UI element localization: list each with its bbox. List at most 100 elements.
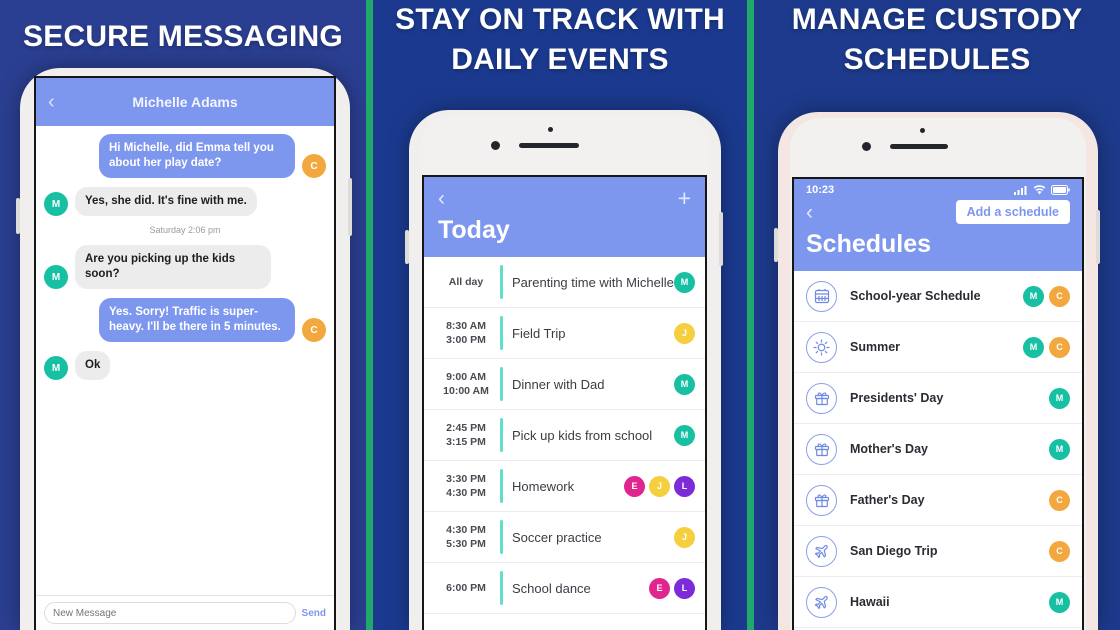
volume-button[interactable] <box>405 230 409 264</box>
calendar-grid-icon <box>806 280 837 312</box>
message-bubble[interactable]: Yes, she did. It's fine with me. <box>75 187 257 216</box>
event-color-bar <box>500 571 503 605</box>
gift-icon <box>806 433 837 465</box>
panel-headline-messaging: SECURE MESSAGING <box>23 20 343 53</box>
panel-custody-schedules: MANAGE CUSTODY SCHEDULES 10:23 ‹ Add a s… <box>754 0 1120 630</box>
schedule-members: M <box>1049 387 1070 409</box>
event-attendees: M <box>674 373 695 395</box>
event-title: Homework <box>512 478 575 494</box>
calendar-screen: ‹ + Today All day Parenting time with Mi… <box>422 175 707 630</box>
front-camera <box>862 142 871 151</box>
schedule-row[interactable]: San Diego Trip C <box>794 526 1082 577</box>
sun-icon <box>806 331 837 363</box>
avatar: M <box>674 424 695 446</box>
schedule-name: Summer <box>850 340 901 354</box>
airplane-icon <box>806 535 837 567</box>
message-row: M Are you picking up the kids soon? <box>44 245 326 289</box>
message-bubble[interactable]: Are you picking up the kids soon? <box>75 245 271 289</box>
schedule-name: Hawaii <box>850 595 890 609</box>
proximity-sensor <box>920 128 925 133</box>
event-time: 2:45 PM 3:15 PM <box>446 422 486 448</box>
schedule-members: M <box>1049 591 1070 613</box>
event-attendees: M <box>674 271 695 293</box>
schedule-row[interactable]: Presidents' Day M <box>794 373 1082 424</box>
chevron-left-icon[interactable]: ‹ <box>806 202 813 223</box>
power-button[interactable] <box>719 212 723 266</box>
battery-icon <box>1051 185 1070 195</box>
chevron-left-icon[interactable]: ‹ <box>438 188 445 209</box>
avatar: C <box>1049 489 1070 511</box>
schedule-row[interactable]: Summer M C <box>794 322 1082 373</box>
avatar: M <box>1023 336 1044 358</box>
avatar: C <box>302 154 326 178</box>
power-button[interactable] <box>348 178 352 236</box>
event-title: Soccer practice <box>512 529 602 545</box>
proximity-sensor <box>548 127 553 132</box>
schedule-row[interactable]: Hawaii M <box>794 577 1082 628</box>
gift-icon <box>806 484 837 516</box>
event-time: 3:30 PM 4:30 PM <box>446 473 486 499</box>
message-row: M Ok <box>44 351 326 380</box>
event-attendees: E L <box>649 577 695 599</box>
plus-icon[interactable]: + <box>678 187 691 210</box>
send-button[interactable]: Send <box>302 608 326 619</box>
avatar: E <box>624 475 645 497</box>
schedules-screen: 10:23 ‹ Add a schedule Schedules School-… <box>792 177 1084 630</box>
status-time: 10:23 <box>806 184 835 196</box>
avatar: M <box>44 265 68 289</box>
schedule-members: M <box>1049 438 1070 460</box>
event-row[interactable]: 9:00 AM 10:00 AM Dinner with Dad M <box>424 359 705 410</box>
avatar: J <box>674 322 695 344</box>
event-time: All day <box>448 276 484 288</box>
event-attendees: E J L <box>624 475 695 497</box>
event-title: Pick up kids from school <box>512 427 653 443</box>
schedule-row[interactable]: School-year Schedule M C <box>794 271 1082 322</box>
calendar-title: Today <box>438 216 510 244</box>
event-row[interactable]: 8:30 AM 3:00 PM Field Trip J <box>424 308 705 359</box>
panel-headline-events: STAY ON TRACK WITH DAILY EVENTS <box>395 3 725 76</box>
event-color-bar <box>500 520 503 554</box>
event-row[interactable]: 3:30 PM 4:30 PM Homework E J L <box>424 461 705 512</box>
avatar: M <box>674 373 695 395</box>
message-timestamp: Saturday 2:06 pm <box>149 225 221 235</box>
message-bubble[interactable]: Hi Michelle, did Emma tell you about her… <box>99 134 295 178</box>
avatar: M <box>44 192 68 216</box>
gift-icon <box>806 382 837 414</box>
schedule-row[interactable]: Mother's Day M <box>794 424 1082 475</box>
event-title: School dance <box>512 580 591 596</box>
avatar: M <box>1049 387 1070 409</box>
event-title: Field Trip <box>512 325 566 341</box>
event-attendees: M <box>674 424 695 446</box>
power-button[interactable] <box>1096 210 1100 264</box>
message-compose-bar: Send <box>36 595 334 630</box>
message-bubble[interactable]: Ok <box>75 351 111 380</box>
event-title: Dinner with Dad <box>512 376 605 392</box>
event-time: 8:30 AM 3:00 PM <box>446 320 486 346</box>
volume-button[interactable] <box>16 198 20 234</box>
message-row: Hi Michelle, did Emma tell you about her… <box>44 134 326 178</box>
messaging-navbar: ‹ Michelle Adams <box>36 78 334 126</box>
add-a-schedule-button[interactable]: Add a schedule <box>955 200 1070 224</box>
messaging-screen: ‹ Michelle Adams Hi Michelle, did Emma t… <box>34 76 336 630</box>
airplane-icon <box>806 586 837 618</box>
schedule-name: Father's Day <box>850 493 925 507</box>
event-row[interactable]: 4:30 PM 5:30 PM Soccer practice J <box>424 512 705 563</box>
event-color-bar <box>500 367 503 401</box>
schedule-name: Presidents' Day <box>850 391 944 405</box>
avatar: M <box>1049 438 1070 460</box>
new-message-input[interactable] <box>44 602 296 624</box>
avatar: J <box>649 475 670 497</box>
event-row[interactable]: All day Parenting time with Michelle M <box>424 257 705 308</box>
event-color-bar <box>500 265 503 299</box>
avatar: C <box>1049 540 1070 562</box>
schedule-members: C <box>1049 489 1070 511</box>
schedule-row[interactable]: Father's Day C <box>794 475 1082 526</box>
message-thread: Hi Michelle, did Emma tell you about her… <box>36 126 334 380</box>
event-row[interactable]: 2:45 PM 3:15 PM Pick up kids from school … <box>424 410 705 461</box>
earpiece-speaker <box>519 143 579 148</box>
event-row[interactable]: 6:00 PM School dance E L <box>424 563 705 614</box>
volume-button[interactable] <box>774 228 778 262</box>
message-bubble[interactable]: Yes. Sorry! Traffic is super-heavy. I'll… <box>99 298 295 342</box>
status-bar: 10:23 <box>794 179 1082 198</box>
schedules-title: Schedules <box>806 230 932 258</box>
